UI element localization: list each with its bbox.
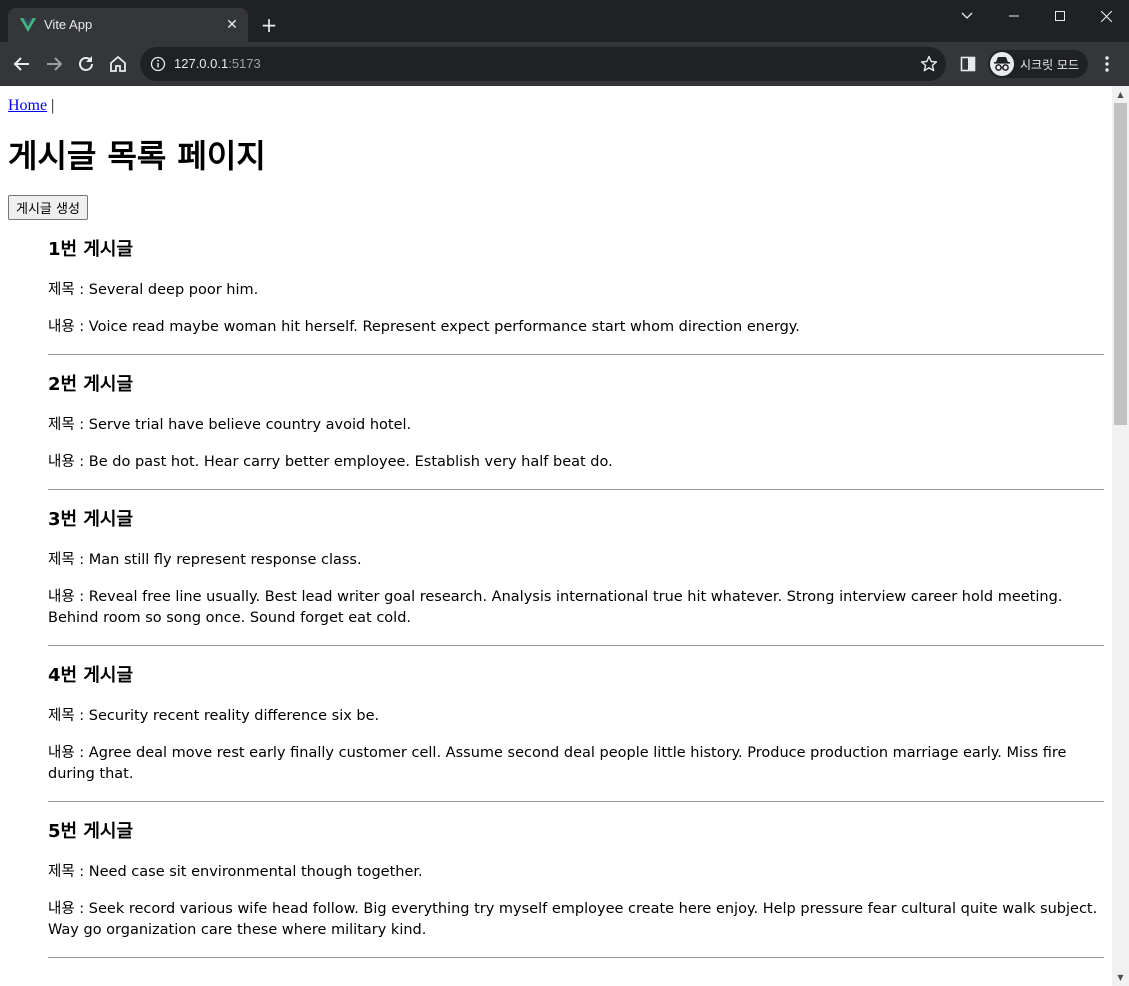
post-item: 2번 게시글 제목 : Serve trial have believe cou… bbox=[48, 373, 1104, 490]
vue-logo-icon bbox=[20, 18, 36, 32]
post-content: 내용 : Agree deal move rest early finally … bbox=[48, 745, 1067, 782]
scroll-down-arrow-icon[interactable]: ▼ bbox=[1112, 969, 1129, 986]
url-port: :5173 bbox=[228, 56, 261, 71]
post-title: 제목 : Serve trial have believe country av… bbox=[48, 417, 412, 433]
post-item: 3번 게시글 제목 : Man still fly represent resp… bbox=[48, 508, 1104, 646]
tab-vite-app[interactable]: Vite App ✕ bbox=[8, 8, 248, 42]
side-panel-icon[interactable] bbox=[956, 52, 980, 76]
reload-icon[interactable] bbox=[74, 52, 98, 76]
browser-toolbar: 127.0.0.1:5173 시크릿 모드 bbox=[0, 42, 1129, 86]
page-title: 게시글 목록 페이지 bbox=[8, 137, 266, 175]
address-bar[interactable]: 127.0.0.1:5173 bbox=[140, 47, 946, 81]
nav-separator: | bbox=[47, 97, 55, 114]
back-icon[interactable] bbox=[10, 52, 34, 76]
nav-bar: Home | bbox=[8, 94, 1104, 117]
more-vert-icon[interactable] bbox=[1095, 52, 1119, 76]
close-icon[interactable]: ✕ bbox=[222, 15, 242, 35]
post-item: 4번 게시글 제목 : Security recent reality diff… bbox=[48, 664, 1104, 802]
tab-title: Vite App bbox=[44, 17, 93, 32]
home-link[interactable]: Home bbox=[8, 97, 47, 114]
page-viewport: Home | 게시글 목록 페이지 게시글 생성 1번 게시글 제목 : Sev… bbox=[0, 86, 1112, 986]
info-icon[interactable] bbox=[150, 56, 166, 72]
page-content: Home | 게시글 목록 페이지 게시글 생성 1번 게시글 제목 : Sev… bbox=[0, 86, 1112, 966]
scroll-up-arrow-icon[interactable]: ▲ bbox=[1112, 86, 1129, 103]
scrollbar-thumb[interactable] bbox=[1114, 103, 1127, 425]
post-content: 내용 : Reveal free line usually. Best lead… bbox=[48, 589, 1063, 626]
tab-strip: Vite App ✕ + bbox=[0, 0, 1129, 42]
post-title: 제목 : Security recent reality difference … bbox=[48, 708, 380, 724]
star-icon[interactable] bbox=[920, 55, 938, 73]
url-text[interactable]: 127.0.0.1:5173 bbox=[174, 56, 261, 71]
incognito-label: 시크릿 모드 bbox=[1020, 58, 1080, 72]
incognito-icon bbox=[990, 52, 1014, 76]
forward-icon[interactable] bbox=[42, 52, 66, 76]
maximize-icon[interactable] bbox=[1037, 0, 1083, 32]
post-content: 내용 : Seek record various wife head follo… bbox=[48, 901, 1098, 938]
plus-icon[interactable]: + bbox=[258, 14, 280, 36]
post-heading: 4번 게시글 bbox=[48, 665, 134, 686]
post-heading: 5번 게시글 bbox=[48, 821, 134, 842]
create-post-button[interactable]: 게시글 생성 bbox=[8, 195, 88, 220]
chevron-down-icon[interactable] bbox=[944, 0, 990, 32]
url-host: 127.0.0.1 bbox=[174, 56, 229, 71]
post-content: 내용 : Voice read maybe woman hit herself.… bbox=[48, 319, 800, 335]
vertical-scrollbar[interactable]: ▲ ▼ bbox=[1112, 86, 1129, 986]
incognito-badge[interactable]: 시크릿 모드 bbox=[988, 50, 1088, 78]
post-heading: 2번 게시글 bbox=[48, 374, 134, 395]
post-content: 내용 : Be do past hot. Hear carry better e… bbox=[48, 454, 613, 470]
post-title: 제목 : Man still fly represent response cl… bbox=[48, 552, 362, 568]
minimize-icon[interactable] bbox=[991, 0, 1037, 32]
post-title: 제목 : Several deep poor him. bbox=[48, 282, 259, 298]
post-title: 제목 : Need case sit environmental though … bbox=[48, 864, 423, 880]
post-list: 1번 게시글 제목 : Several deep poor him. 내용 : … bbox=[8, 238, 1104, 958]
post-item: 5번 게시글 제목 : Need case sit environmental … bbox=[48, 820, 1104, 958]
window-close-icon[interactable] bbox=[1083, 0, 1129, 32]
post-heading: 1번 게시글 bbox=[48, 239, 134, 260]
home-icon[interactable] bbox=[106, 52, 130, 76]
post-item: 1번 게시글 제목 : Several deep poor him. 내용 : … bbox=[48, 238, 1104, 355]
post-heading: 3번 게시글 bbox=[48, 509, 134, 530]
